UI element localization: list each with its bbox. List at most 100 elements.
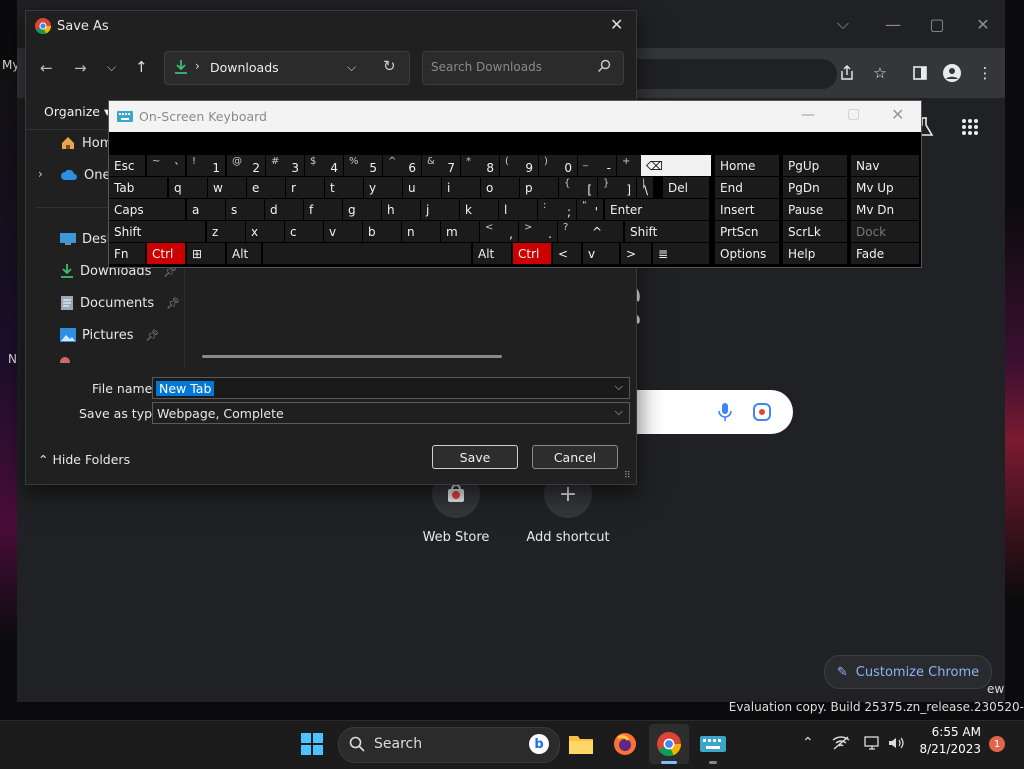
cancel-button[interactable]: Cancel [532,445,618,469]
key-alt[interactable]: Alt [473,243,511,264]
chevron-down-icon[interactable]: ⌵ [615,405,623,419]
lens-search-icon[interactable] [752,402,772,422]
refresh-icon[interactable]: ↻ [383,57,396,75]
bookmark-star-icon[interactable]: ☆ [868,61,892,85]
backspace-icon[interactable]: ⌫ [641,155,711,176]
key-esc[interactable]: Esc [109,155,145,176]
key-i[interactable]: i [442,177,480,198]
key-3[interactable]: #3 [266,155,304,176]
more-menu-icon[interactable]: ⋮ [973,61,997,85]
key-symbol[interactable]: :; [538,199,576,220]
key-symbol[interactable]: " ' [577,199,603,220]
key-shift[interactable]: Shift [109,221,205,242]
search-downloads-field[interactable]: Search Downloads [422,51,624,85]
notification-badge[interactable]: 1 [989,736,1005,752]
key-q[interactable]: q [169,177,207,198]
key-w[interactable]: w [208,177,246,198]
arrow-down-icon[interactable]: v [583,243,619,264]
key-g[interactable]: g [343,199,381,220]
key-fade[interactable]: Fade [851,243,919,264]
recent-chevron-icon[interactable]: ⌵ [107,60,116,75]
key-pause[interactable]: Pause [783,199,847,220]
key-ctrl[interactable]: Ctrl [513,243,551,264]
key-symbol[interactable]: >. [519,221,557,242]
key-y[interactable]: y [364,177,402,198]
key-ctrl[interactable]: Ctrl [147,243,185,264]
key-pgdn[interactable]: PgDn [783,177,847,198]
key-symbol[interactable]: | \ [637,177,653,198]
voice-search-icon[interactable] [718,402,732,422]
firefox-button[interactable] [605,724,645,764]
minimize-icon[interactable]: — [801,107,815,123]
key-options[interactable]: Options [715,243,779,264]
key-alt[interactable]: Alt [227,243,261,264]
key-help[interactable]: Help [783,243,847,264]
arrow-left-icon[interactable]: < [553,243,581,264]
key-h[interactable]: h [382,199,420,220]
key-enter[interactable]: Enter [605,199,709,220]
key-d[interactable]: d [265,199,303,220]
file-name-field[interactable]: New Tab ⌵ [152,377,630,399]
key-t[interactable]: t [325,177,363,198]
key-2[interactable]: @2 [227,155,265,176]
horizontal-scrollbar[interactable] [202,355,502,358]
key-k[interactable]: k [460,199,498,220]
taskbar-search[interactable]: Search b [338,727,560,763]
key-5[interactable]: % 5 [344,155,382,176]
key-mv-dn[interactable]: Mv Dn [851,199,919,220]
key-j[interactable]: j [421,199,459,220]
resize-grip-icon[interactable]: ⠿ [624,471,631,481]
chevron-down-icon[interactable]: ⌵ [823,0,863,48]
up-arrow-icon[interactable]: ↑ [135,58,148,76]
chevron-down-icon[interactable]: ⌵ [615,380,623,394]
key-6[interactable]: ^ 6 [383,155,421,176]
key-9[interactable]: (9 [500,155,538,176]
key-nav[interactable]: Nav [851,155,919,176]
bing-icon[interactable]: b [529,734,549,754]
nav-item-documents[interactable]: Documents 📌︎ [60,289,200,317]
key-x[interactable]: x [246,221,284,242]
key-4[interactable]: $4 [305,155,343,176]
file-explorer-button[interactable] [561,724,601,764]
arrow-up-icon[interactable]: ^ [587,221,623,242]
windows-key-icon[interactable]: ⊞ [187,243,225,264]
forward-arrow-icon[interactable]: → [74,59,87,77]
key-l[interactable]: l [499,199,537,220]
close-icon[interactable]: ✕ [963,0,1003,48]
key-end[interactable]: End [715,177,779,198]
key-del[interactable]: Del [663,177,709,198]
key-b[interactable]: b [363,221,401,242]
profile-icon[interactable] [940,61,964,85]
key-1[interactable]: ! 1 [187,155,225,176]
close-icon[interactable]: ✕ [610,15,623,34]
key-f[interactable]: f [304,199,342,220]
key-symbol[interactable]: <, [480,221,518,242]
arrow-right-icon[interactable]: > [621,243,651,264]
key-shift[interactable]: Shift [625,221,709,242]
maximize-icon[interactable]: ▢ [917,0,957,48]
key-c[interactable]: c [285,221,323,242]
key-7[interactable]: & 7 [422,155,460,176]
volume-icon[interactable] [888,736,904,750]
nav-item-pictures[interactable]: Pictures 📌︎ [60,321,200,349]
breadcrumb-downloads[interactable]: Downloads [210,60,279,75]
key-pgup[interactable]: PgUp [783,155,847,176]
key-symbol[interactable]: _ - [578,155,616,176]
key-u[interactable]: u [403,177,441,198]
maximize-icon[interactable]: ▢ [847,106,860,122]
key-v[interactable]: v [324,221,362,242]
key-mv-up[interactable]: Mv Up [851,177,919,198]
address-bar[interactable]: › Downloads ⌵ ↻ [164,51,410,85]
key-8[interactable]: * 8 [461,155,499,176]
key-prtscn[interactable]: PrtScn [715,221,779,242]
customize-chrome-button[interactable]: ✎ Customize Chrome [824,655,992,689]
key-symbol[interactable]: ~ ` [147,155,185,176]
key-n[interactable]: n [402,221,440,242]
key-m[interactable]: m [441,221,479,242]
key-r[interactable]: r [286,177,324,198]
key-insert[interactable]: Insert [715,199,779,220]
key-p[interactable]: p [520,177,558,198]
key-tab[interactable]: Tab [109,177,167,198]
display-icon[interactable] [864,736,882,750]
key-s[interactable]: s [226,199,264,220]
